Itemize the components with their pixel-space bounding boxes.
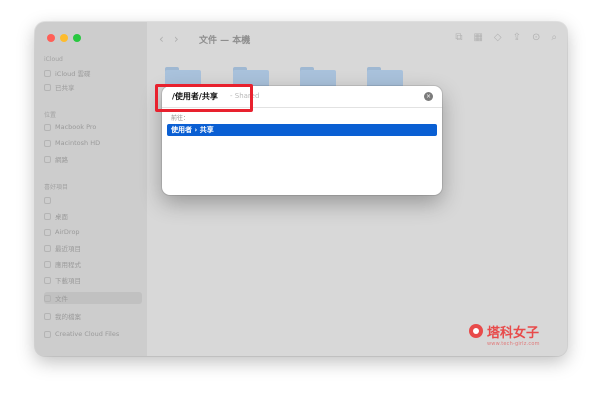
search-icon[interactable]: ⌕ [551,32,557,43]
download-icon [44,276,51,284]
sidebar-item-creative-cloud[interactable]: Creative Cloud Files [44,328,142,340]
sidebar-item-applications[interactable]: 應用程式 [44,258,142,270]
share-icon[interactable]: ⇪ [513,32,521,43]
navigation-controls: ‹ › [159,32,179,46]
sidebar-item-documents[interactable]: 文件 [44,292,142,304]
screenshot-stage: iCloud iCloud 雲碟 已共享 位置 Macbook Pro Maci… [0,0,602,400]
shared-folder-icon [44,83,51,91]
window-controls [47,34,81,42]
sidebar-item-downloads[interactable]: 下載項目 [44,274,142,286]
sidebar-section-icloud: iCloud [44,56,63,63]
clock-icon [44,244,51,252]
document-icon [44,294,51,302]
more-icon[interactable]: ⊙ [532,32,540,43]
window-title: 文件 — 本機 [199,36,251,46]
cloud-icon [44,330,51,338]
sidebar: iCloud iCloud 雲碟 已共享 位置 Macbook Pro Maci… [35,22,147,356]
minimize-window-button[interactable] [60,34,68,42]
back-icon[interactable]: ‹ [159,32,164,46]
watermark-url: www.tech-girlz.com [487,341,540,347]
shared-icon[interactable]: ⧉ [455,32,462,43]
disk-icon [44,139,51,147]
view-grid-icon[interactable]: ▦ [473,32,482,43]
close-window-button[interactable] [47,34,55,42]
laptop-icon [44,123,51,131]
sidebar-item-my-files[interactable]: 我的檔案 [44,310,142,322]
sidebar-item-airdrop[interactable]: AirDrop [44,226,142,238]
sidebar-section-favorites: 喜好項目 [44,184,69,191]
clear-icon[interactable]: × [424,92,433,101]
folder-icon [44,196,51,204]
cloud-icon [44,69,51,77]
sidebar-item-macintosh-hd[interactable]: Macintosh HD [44,137,142,149]
globe-icon [44,155,51,163]
forward-icon[interactable]: › [174,32,179,46]
tag-icon[interactable]: ◇ [494,32,502,43]
sidebar-item-recents[interactable]: 最近項目 [44,242,142,254]
sidebar-item-icloud-drive[interactable]: iCloud 雲碟 [44,67,142,79]
annotation-highlight [155,84,253,112]
goto-label: 前往： [171,115,190,122]
zoom-window-button[interactable] [73,34,81,42]
sidebar-item-shared[interactable]: 已共享 [44,81,142,93]
watermark: 塔科女子 www.tech-girlz.com [469,322,559,352]
sidebar-item-blank[interactable] [44,194,142,206]
toolbar-icons: ⧉ ▦ ◇ ⇪ ⊙ ⌕ [455,32,557,43]
applications-icon [44,260,51,268]
airdrop-icon [44,228,51,236]
sidebar-section-locations: 位置 [44,112,57,119]
sidebar-item-macbook[interactable]: Macbook Pro [44,121,142,133]
folder-icon [44,312,51,320]
sidebar-item-network[interactable]: 網路 [44,153,142,165]
watermark-title: 塔科女子 [487,326,540,341]
watermark-logo-icon [469,324,483,338]
path-suggestion-item[interactable]: 使用者 › 共享 [167,124,437,136]
desktop-icon [44,212,51,220]
sidebar-item-desktop[interactable]: 桌面 [44,210,142,222]
